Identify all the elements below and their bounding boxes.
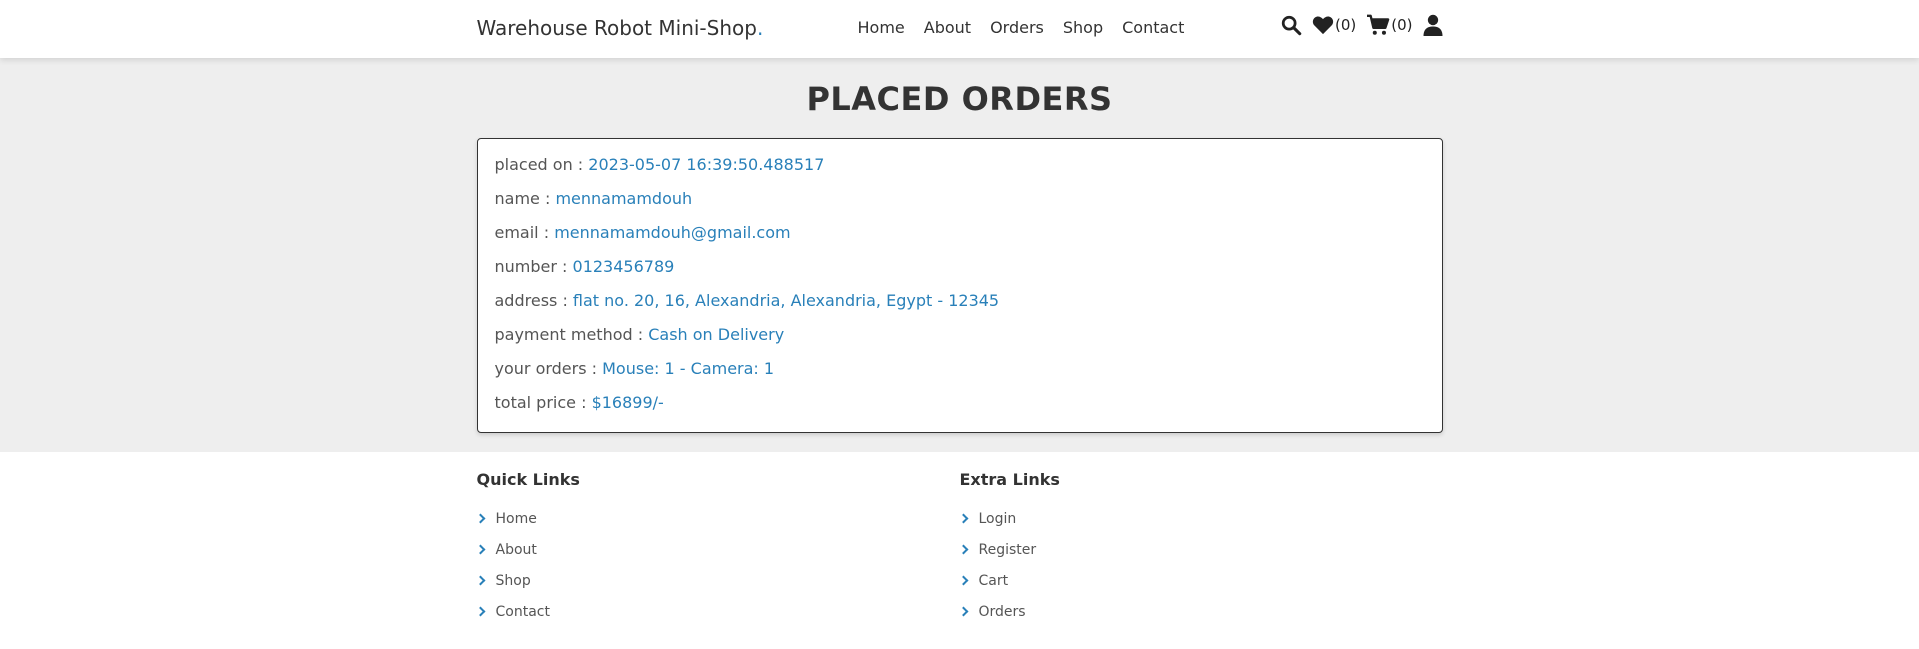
footer-link-label: Cart (978, 572, 1009, 589)
address-label: address : (494, 291, 573, 310)
order-email: email : mennamamdouh@gmail.com (495, 223, 1425, 257)
name-value: mennamamdouh (555, 189, 693, 208)
logo-text: Warehouse Robot Mini-Shop (476, 16, 757, 40)
heart-icon (1312, 16, 1334, 35)
chevron-right-icon (475, 606, 485, 617)
footer-link-label: Orders (978, 603, 1026, 620)
logo-dot: . (756, 16, 764, 40)
wishlist-button[interactable]: (0) (1312, 15, 1356, 35)
search-icon (1281, 15, 1302, 36)
footer-link-label: Home (495, 510, 537, 527)
footer-link-shop[interactable]: Shop (475, 565, 960, 596)
cart-button[interactable]: (0) (1366, 14, 1413, 36)
chevron-right-icon (475, 513, 485, 524)
chevron-right-icon (958, 606, 968, 617)
footer-link-about[interactable]: About (475, 534, 960, 565)
orders-section: PLACED ORDERS placed on : 2023-05-07 16:… (0, 58, 1919, 452)
footer-link-label: Shop (495, 572, 531, 589)
footer-link-label: Contact (495, 603, 550, 620)
nav-shop-link[interactable]: Shop (1063, 18, 1103, 37)
page-title: PLACED ORDERS (806, 80, 1113, 118)
footer-link-label: About (495, 541, 537, 558)
placed-on-label: placed on : (494, 155, 589, 174)
placed-on-value: 2023-05-07 16:39:50.488517 (588, 155, 825, 174)
payment-label: payment method : (494, 325, 649, 344)
footer-link-register[interactable]: Register (958, 534, 1443, 565)
footer-link-cart[interactable]: Cart (958, 565, 1443, 596)
number-value: 0123456789 (572, 257, 675, 276)
order-name: name : mennamamdouh (495, 189, 1425, 223)
nav-contact-link[interactable]: Contact (1122, 18, 1184, 37)
search-button[interactable] (1280, 14, 1302, 36)
nav-orders-link[interactable]: Orders (990, 18, 1044, 37)
quick-links-column: Quick Links Home About Shop Contact (475, 452, 960, 649)
order-number: number : 0123456789 (495, 257, 1425, 291)
chevron-right-icon (958, 513, 968, 524)
wishlist-count: (0) (1335, 16, 1357, 34)
footer-link-label: Login (978, 510, 1017, 527)
orders-label: your orders : (494, 359, 603, 378)
nav-about-link[interactable]: About (924, 18, 971, 37)
order-address: address : flat no. 20, 16, Alexandria, A… (495, 291, 1425, 325)
chevron-right-icon (958, 575, 968, 586)
nav-home-link[interactable]: Home (858, 18, 905, 37)
footer-link-label: Register (978, 541, 1037, 558)
name-label: name : (494, 189, 556, 208)
footer-link-login[interactable]: Login (958, 503, 1443, 534)
order-total: total price : $16899/- (495, 393, 1425, 427)
cart-count: (0) (1391, 16, 1413, 34)
order-placed-on: placed on : 2023-05-07 16:39:50.488517 (495, 155, 1425, 189)
total-value: $16899/- (591, 393, 664, 412)
extra-links-title: Extra Links (959, 470, 1060, 489)
extra-links-column: Extra Links Login Register Cart Orders (958, 452, 1443, 649)
chevron-right-icon (958, 544, 968, 555)
header-icons: (0) (0) (1280, 14, 1443, 36)
order-items: your orders : Mouse: 1 - Camera: 1 (495, 359, 1425, 393)
order-card: placed on : 2023-05-07 16:39:50.488517 n… (476, 138, 1443, 433)
orders-value: Mouse: 1 - Camera: 1 (602, 359, 775, 378)
footer-link-orders[interactable]: Orders (958, 596, 1443, 627)
site-footer: Quick Links Home About Shop Contact Extr… (0, 452, 1919, 649)
email-value: mennamamdouh@gmail.com (554, 223, 791, 242)
chevron-right-icon (475, 575, 485, 586)
footer-link-home[interactable]: Home (475, 503, 960, 534)
total-label: total price : (494, 393, 592, 412)
user-button[interactable] (1423, 14, 1443, 36)
user-icon (1423, 14, 1442, 36)
footer-link-contact[interactable]: Contact (475, 596, 960, 627)
email-label: email : (494, 223, 555, 242)
number-label: number : (494, 257, 573, 276)
order-payment: payment method : Cash on Delivery (495, 325, 1425, 359)
cart-icon (1367, 14, 1390, 35)
payment-value: Cash on Delivery (648, 325, 785, 344)
site-header: Warehouse Robot Mini-Shop. Home About Or… (0, 0, 1919, 58)
address-value: flat no. 20, 16, Alexandria, Alexandria,… (572, 291, 1000, 310)
site-logo[interactable]: Warehouse Robot Mini-Shop. (477, 16, 764, 40)
quick-links-title: Quick Links (476, 470, 580, 489)
main-nav: Home About Orders Shop Contact (858, 18, 1185, 37)
chevron-right-icon (475, 544, 485, 555)
